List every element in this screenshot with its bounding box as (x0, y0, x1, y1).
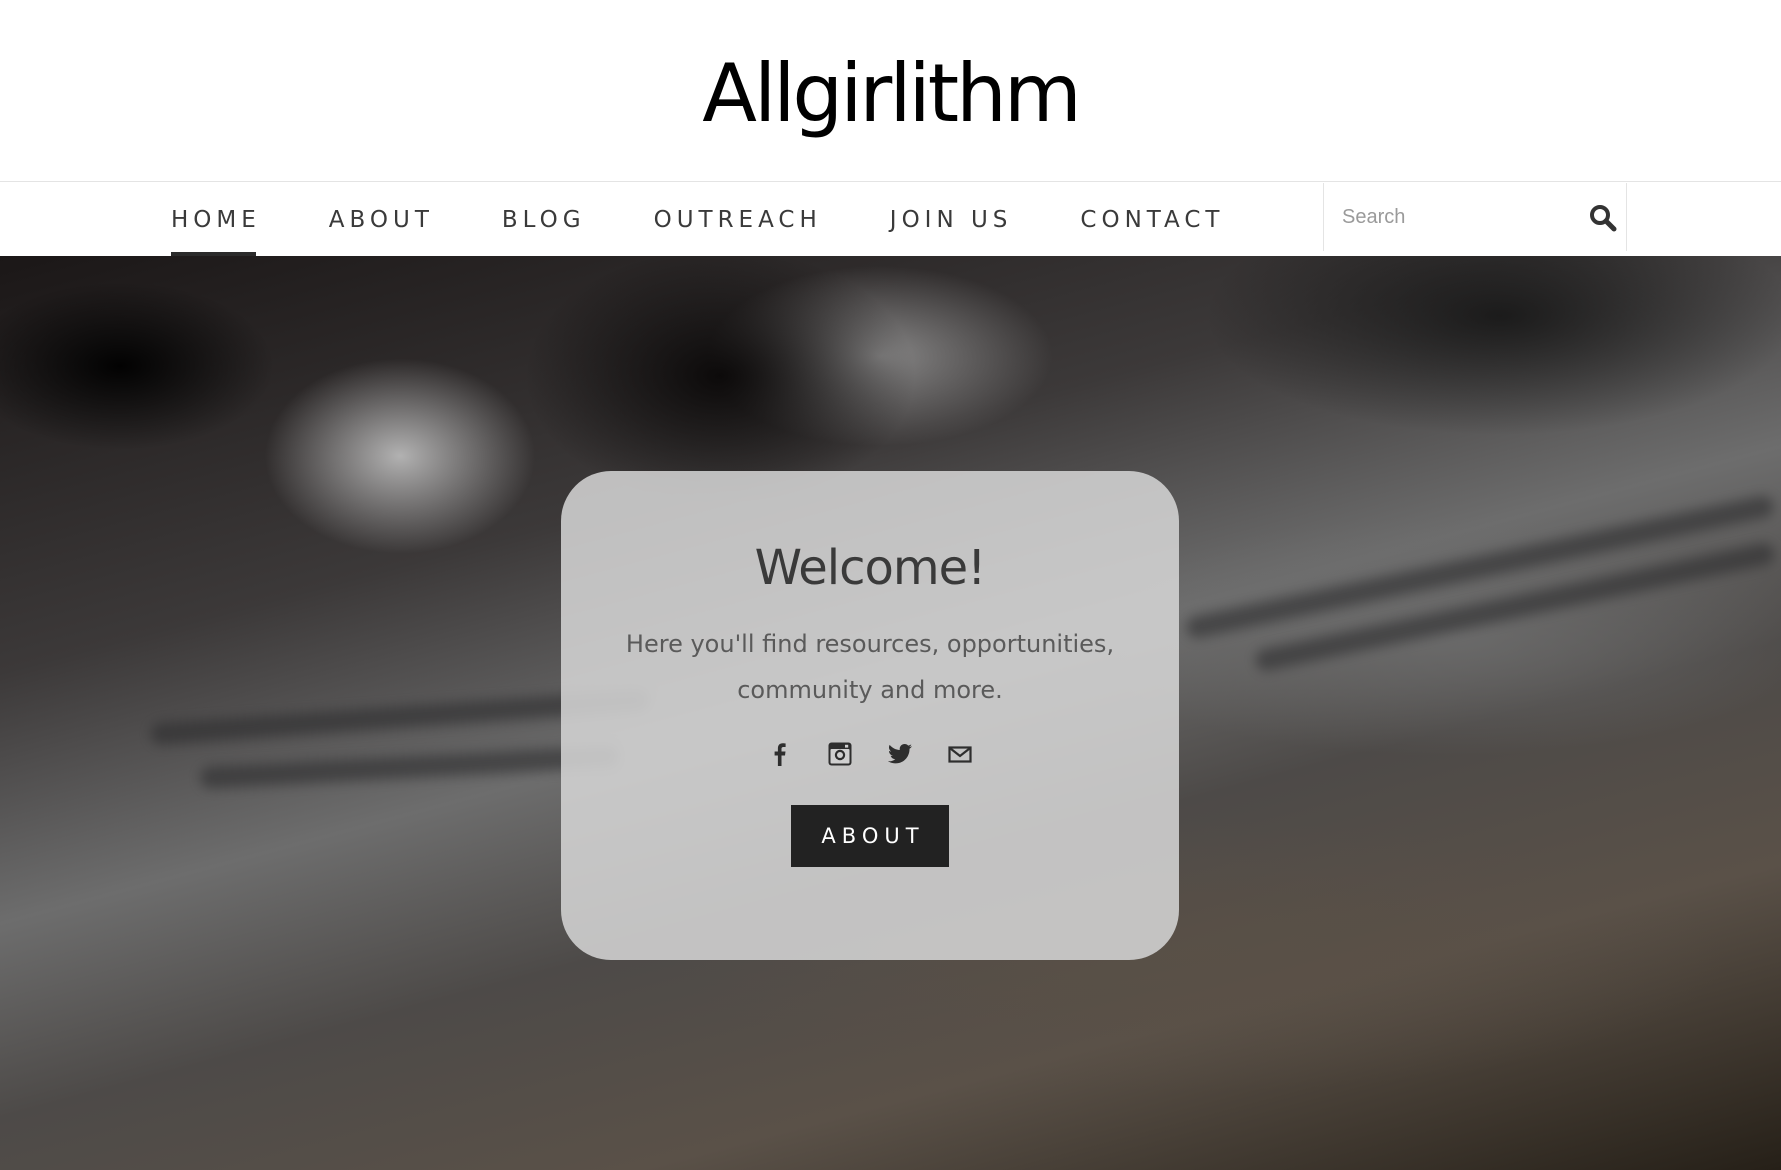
nav-item-join-us[interactable]: JOIN US (890, 183, 1013, 256)
welcome-text: Here you'll find resources, opportunitie… (625, 630, 1115, 704)
instagram-icon[interactable] (826, 740, 854, 768)
search-icon[interactable] (1588, 203, 1618, 233)
welcome-title: Welcome! (754, 540, 987, 596)
hero-background-detail (199, 745, 621, 789)
nav-item-blog[interactable]: BLOG (502, 183, 586, 256)
search-box (1323, 183, 1627, 251)
search-input[interactable] (1340, 199, 1570, 235)
nav-item-outreach[interactable]: OUTREACH (654, 183, 822, 256)
nav-item-home[interactable]: HOME (171, 183, 261, 256)
site-title[interactable]: Allgirlithm (0, 46, 1781, 142)
social-links (561, 740, 1179, 770)
about-button[interactable]: ABOUT (791, 805, 949, 867)
nav-item-contact[interactable]: CONTACT (1080, 183, 1224, 256)
nav-item-about[interactable]: ABOUT (329, 183, 434, 256)
site-header: Allgirlithm (0, 0, 1781, 182)
email-icon[interactable] (946, 740, 974, 768)
main-navigation: HOME ABOUT BLOG OUTREACH JOIN US CONTACT (0, 183, 1781, 256)
facebook-icon[interactable] (766, 740, 794, 768)
nav-list: HOME ABOUT BLOG OUTREACH JOIN US CONTACT (171, 183, 1292, 256)
twitter-icon[interactable] (886, 740, 914, 768)
welcome-card: Welcome! Here you'll find resources, opp… (561, 471, 1179, 960)
